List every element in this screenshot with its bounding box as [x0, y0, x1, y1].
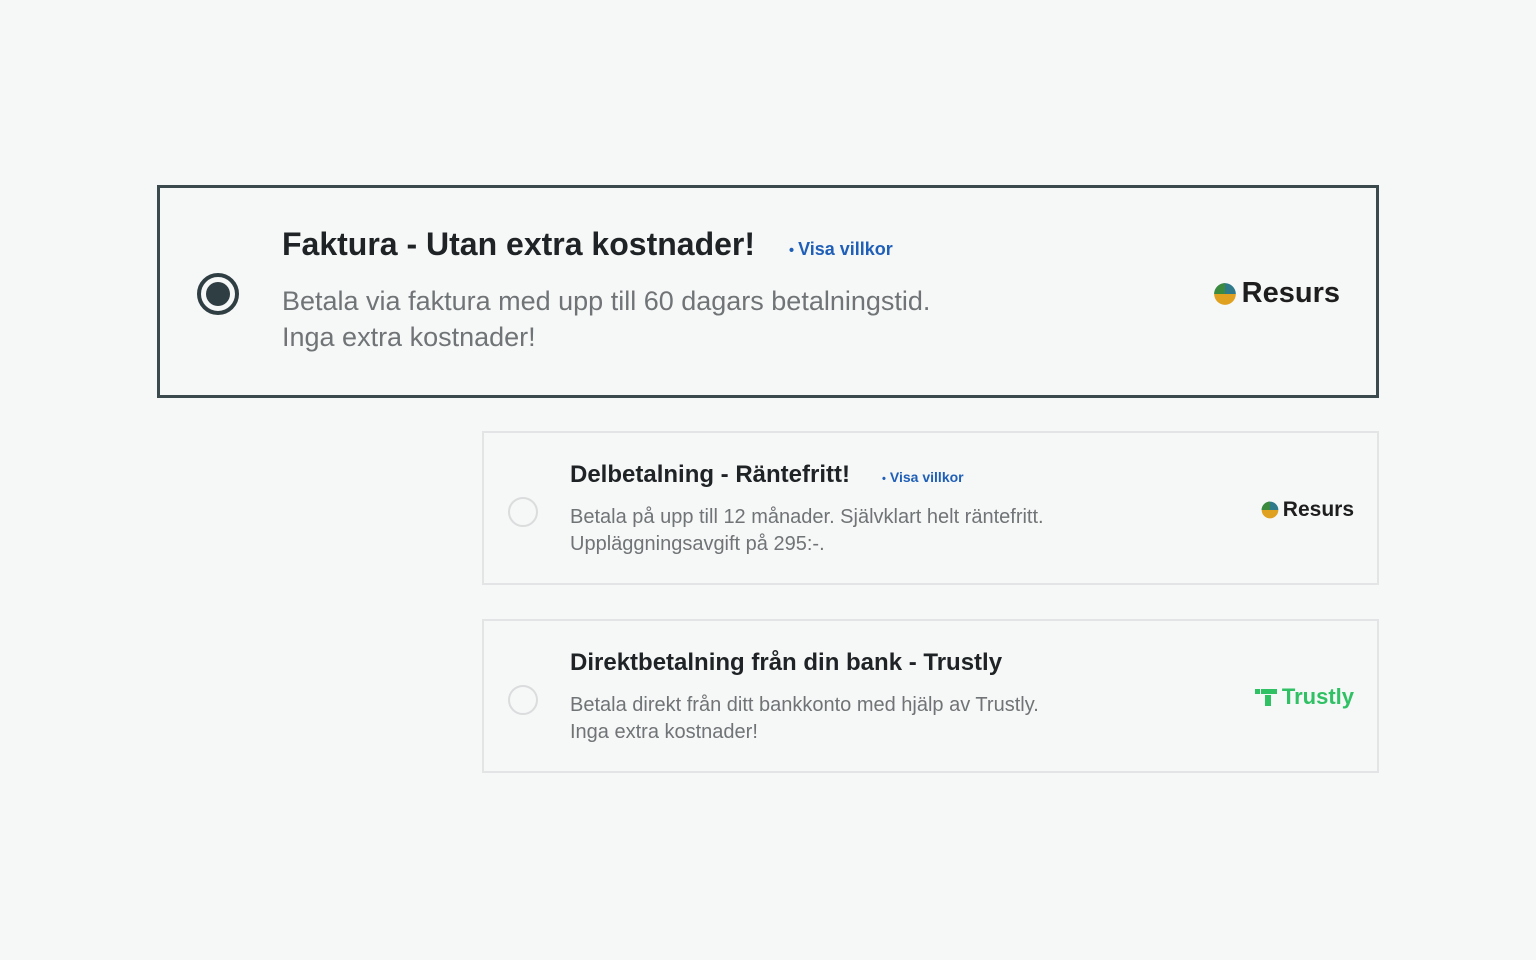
terms-link-label: Visa villkor [889, 469, 964, 485]
resurs-logo-icon [1213, 282, 1236, 305]
option-description: Betala på upp till 12 månader. Självklar… [570, 504, 1044, 558]
resurs-logo-icon [1261, 501, 1279, 519]
payment-option-faktura[interactable]: Faktura - Utan extra kostnader! • Visa vi… [157, 185, 1379, 398]
terms-link-label: Visa villkor [798, 239, 893, 259]
option-title-row: Delbetalning - Räntefritt! • Visa villkor [570, 461, 964, 489]
radio-button-trustly[interactable] [508, 685, 538, 715]
resurs-logo-text: Resurs [1241, 277, 1340, 309]
payment-option-trustly[interactable]: Direktbetalning från din bank - Trustly … [482, 619, 1379, 773]
payment-option-delbetalning[interactable]: Delbetalning - Räntefritt! • Visa villkor… [482, 431, 1379, 585]
payment-method-page: Faktura - Utan extra kostnader! • Visa vi… [0, 0, 1536, 960]
link-bullet: • [882, 473, 886, 485]
option-title: Direktbetalning från din bank - Trustly [570, 649, 1003, 676]
link-bullet: • [789, 243, 795, 259]
show-terms-link[interactable]: • Visa villkor [882, 469, 964, 485]
radio-button-delbetalning[interactable] [508, 497, 538, 527]
option-title: Faktura - Utan extra kostnader! [282, 226, 756, 262]
description-line: Inga extra kostnader! [570, 721, 758, 743]
show-terms-link[interactable]: • Visa villkor [789, 239, 893, 260]
description-line: Betala via faktura med upp till 60 dagar… [282, 286, 931, 316]
trustly-logo-text: Trustly [1281, 684, 1354, 709]
description-line: Uppläggningsavgift på 295:-. [570, 533, 825, 555]
description-line: Betala på upp till 12 månader. Självklar… [570, 506, 1044, 528]
option-description: Betala via faktura med upp till 60 dagar… [282, 283, 930, 355]
resurs-logo-text: Resurs [1282, 498, 1354, 521]
description-line: Inga extra kostnader! [282, 322, 536, 352]
option-description: Betala direkt från ditt bankkonto med hj… [570, 692, 1039, 746]
resurs-logo: Resurs [1212, 277, 1340, 310]
trustly-logo-icon [1254, 689, 1277, 706]
radio-button-faktura-selected[interactable] [197, 273, 239, 315]
trustly-logo: Trustly [1254, 684, 1354, 710]
option-title: Delbetalning - Räntefritt! [570, 461, 850, 488]
option-title-row: Direktbetalning från din bank - Trustly [570, 649, 1002, 677]
resurs-logo: Resurs [1260, 498, 1354, 522]
description-line: Betala direkt från ditt bankkonto med hj… [570, 694, 1039, 716]
option-title-row: Faktura - Utan extra kostnader! • Visa vi… [282, 226, 893, 263]
